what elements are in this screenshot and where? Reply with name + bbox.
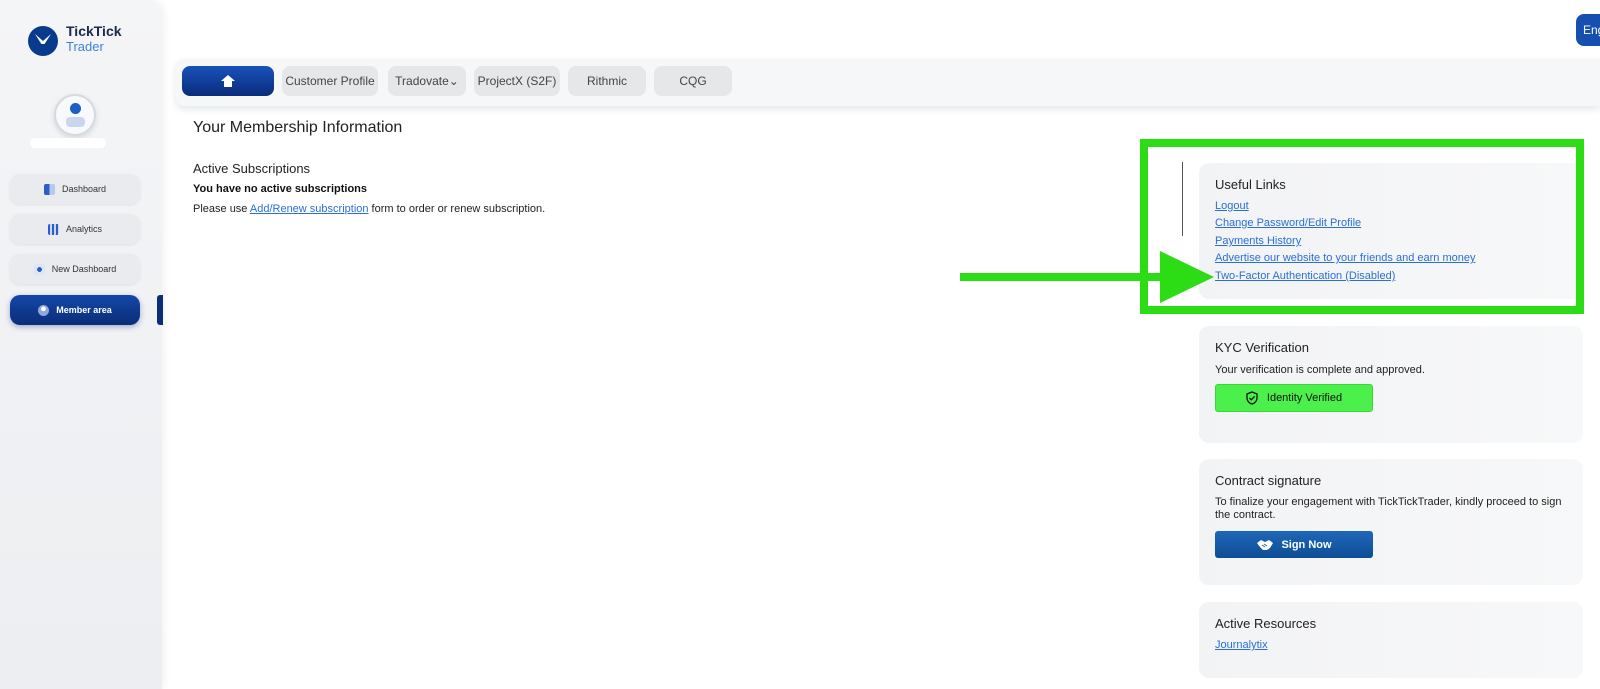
identity-verified-button[interactable]: Identity Verified [1215, 384, 1373, 412]
sidebar-item-dashboard[interactable]: Dashboard [10, 174, 140, 204]
tab-rithmic[interactable]: Rithmic [568, 66, 646, 96]
add-renew-subscription-link[interactable]: Add/Renew subscription [250, 203, 369, 215]
contract-text: To finalize your engagement with TickTic… [1215, 496, 1562, 521]
logo-icon [28, 26, 58, 56]
brand-name: TickTick [66, 23, 122, 39]
brand-logo[interactable]: TickTick Trader [28, 24, 122, 56]
sign-now-label: Sign Now [1281, 538, 1332, 551]
page-title: Your Membership Information [193, 119, 403, 136]
active-resources-panel: Active Resources Journalytix [1199, 602, 1583, 678]
tab-home[interactable] [182, 66, 274, 96]
tab-cqg[interactable]: CQG [654, 66, 732, 96]
member-icon [38, 304, 50, 316]
identity-verified-label: Identity Verified [1266, 392, 1343, 404]
annotation-arrow-head [1160, 251, 1214, 303]
tab-projectx[interactable]: ProjectX (S2F) [474, 66, 560, 96]
subscription-instruction: Please use Add/Renew subscription form t… [193, 203, 545, 215]
active-subscriptions-title: Active Subscriptions [193, 161, 311, 176]
no-subscriptions-text: You have no active subscriptions [193, 183, 368, 195]
top-tab-bar: Customer Profile Tradovate⌄ ProjectX (S2… [176, 59, 1600, 106]
avatar[interactable] [54, 94, 96, 136]
sidebar: TickTick Trader Dashboard Analytics New … [0, 0, 162, 689]
home-icon [221, 75, 235, 87]
instruction-prefix: Please use [193, 203, 250, 215]
language-button[interactable]: Eng [1576, 14, 1600, 46]
tab-tradovate[interactable]: Tradovate⌄ [388, 66, 466, 96]
contract-panel: Contract signature To finalize your enga… [1199, 459, 1583, 585]
sidebar-item-label: New Dashboard [51, 264, 117, 274]
sidebar-item-analytics[interactable]: Analytics [10, 214, 140, 244]
sidebar-item-label: Analytics [65, 224, 102, 234]
sidebar-item-new-dashboard[interactable]: New Dashboard [10, 254, 140, 284]
dashboard-icon [43, 183, 55, 195]
kyc-title: KYC Verification [1215, 340, 1309, 355]
sign-now-button[interactable]: Sign Now [1215, 531, 1373, 558]
active-resources-title: Active Resources [1215, 616, 1317, 631]
new-dashboard-icon [33, 263, 45, 275]
sidebar-item-label: Member area [56, 305, 112, 315]
active-indicator [157, 295, 163, 325]
annotation-arrow-shaft [960, 273, 1166, 281]
contract-title: Contract signature [1215, 473, 1322, 488]
sidebar-item-label: Dashboard [61, 184, 107, 194]
brand-subname: Trader [66, 39, 104, 54]
instruction-suffix: form to order or renew subscription. [368, 203, 546, 215]
user-name-redacted [30, 138, 106, 148]
journalytix-link[interactable]: Journalytix [1215, 639, 1268, 651]
kyc-status-text: Your verification is complete and approv… [1215, 364, 1425, 376]
analytics-icon [47, 223, 59, 235]
sidebar-item-member-area[interactable]: Member area [10, 295, 140, 325]
tab-customer-profile[interactable]: Customer Profile [282, 66, 378, 96]
handshake-icon [1256, 539, 1274, 551]
kyc-panel: KYC Verification Your verification is co… [1199, 326, 1583, 443]
shield-check-icon [1246, 391, 1258, 405]
